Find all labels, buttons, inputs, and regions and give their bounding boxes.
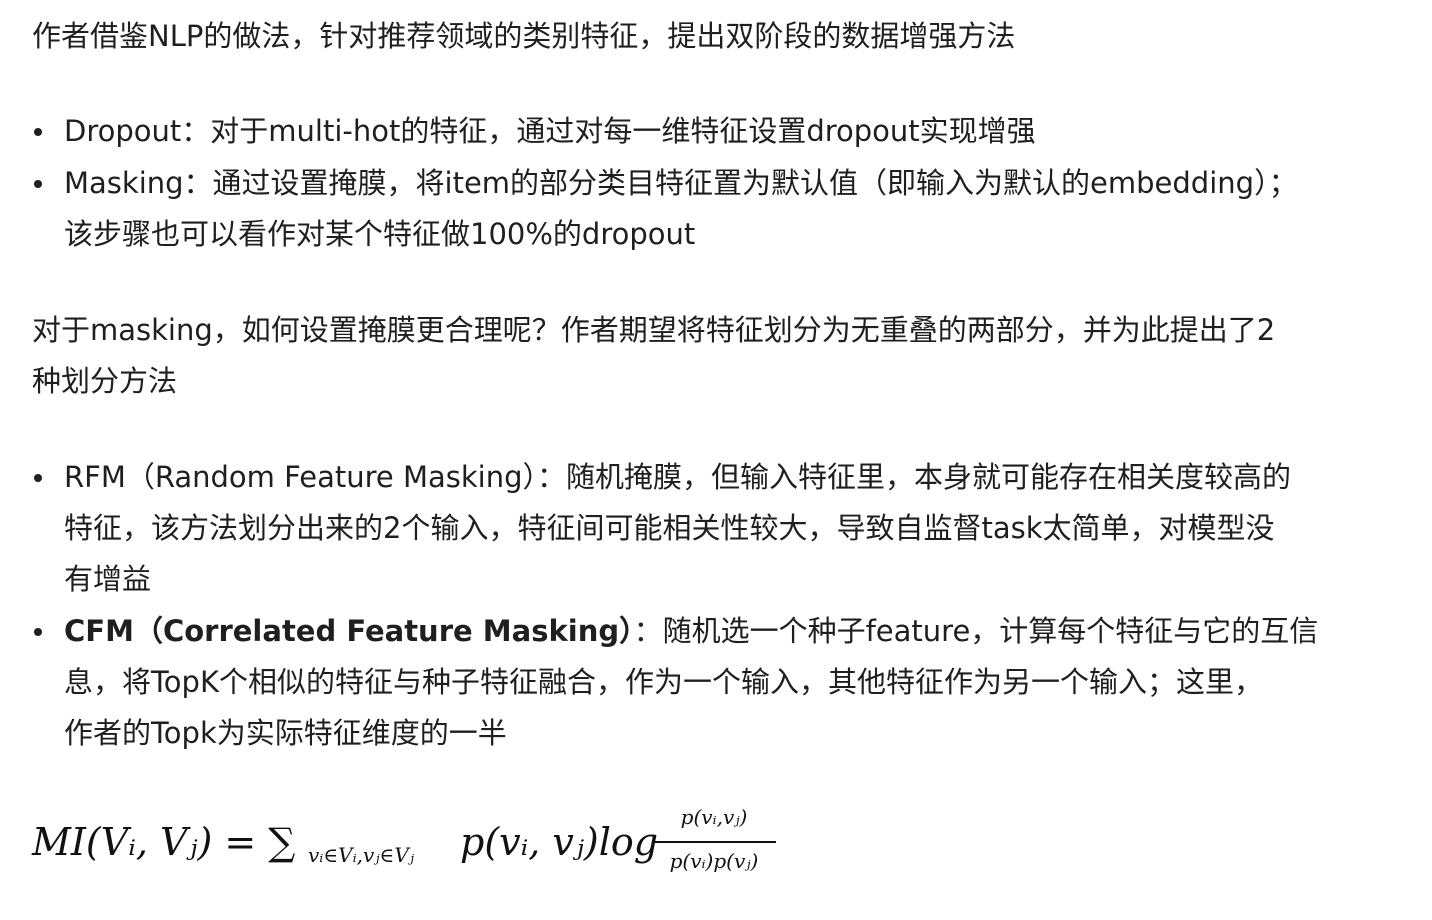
fraction-bar — [652, 841, 776, 843]
rfm-description-start: ：随机掩膜，但输入特征里，本身就可能存在相关度较高的 — [536, 460, 1291, 494]
formula-summation-subscript: vᵢ∈Vᵢ,vⱼ∈Vⱼ — [308, 843, 415, 867]
cfm-list-item-line-1: CFM（Correlated Feature Masking）：随机选一个种子f… — [64, 606, 1404, 657]
masking-list-item-line-2: 该步骤也可以看作对某个特征做100%的dropout — [64, 217, 696, 251]
formula-numerator: p(vᵢ,vⱼ) — [680, 805, 748, 829]
masking-question-line-1: 对于masking，如何设置掩膜更合理呢？作者期望将特征划分为无重叠的两部分，并… — [32, 313, 1276, 347]
bullet-dot-dropout — [34, 128, 42, 136]
rfm-list-item-line-1: RFM（Random Feature Masking）：随机掩膜，但输入特征里，… — [64, 452, 1404, 503]
bullet-dot-rfm — [34, 474, 42, 482]
cfm-description-start: ：随机选一个种子feature，计算每个特征与它的互信 — [633, 614, 1319, 648]
cfm-list-item-line-3: 作者的Topk为实际特征维度的一半 — [64, 716, 507, 750]
cfm-list-item-line-2: 息，将TopK个相似的特征与种子特征融合，作为一个输入，其他特征作为另一个输入；… — [64, 665, 1263, 699]
masking-question-line-2: 种划分方法 — [32, 364, 178, 398]
rfm-list-item-line-2: 特征，该方法划分出来的2个输入，特征间可能相关性较大，导致自监督task太简单，… — [64, 511, 1275, 545]
rfm-list-item-line-3: 有增益 — [64, 562, 152, 596]
bullet-dot-cfm — [34, 628, 42, 636]
rfm-title: RFM（Random Feature Masking） — [64, 460, 537, 494]
masking-list-item-line-1: Masking：通过设置掩膜，将item的部分类目特征置为默认值（即输入为默认的… — [64, 166, 1298, 200]
bullet-dot-masking — [34, 180, 42, 188]
cfm-title: CFM（Correlated Feature Masking） — [64, 614, 634, 648]
formula-denominator: p(vᵢ)p(vⱼ) — [669, 849, 759, 873]
formula-summand-term: p(vᵢ, vⱼ)log — [460, 820, 659, 864]
formula-fraction: p(vᵢ,vⱼ) p(vᵢ)p(vⱼ) — [652, 800, 776, 888]
document-page: 作者借鉴NLP的做法，针对推荐领域的类别特征，提出双阶段的数据增强方法 Drop… — [0, 0, 1432, 920]
intro-paragraph: 作者借鉴NLP的做法，针对推荐领域的类别特征，提出双阶段的数据增强方法 — [32, 19, 1016, 53]
formula-left-side: MI(Vᵢ, Vⱼ) = ∑ — [32, 820, 296, 864]
dropout-list-item: Dropout：对于multi-hot的特征，通过对每一维特征设置dropout… — [64, 114, 1036, 148]
